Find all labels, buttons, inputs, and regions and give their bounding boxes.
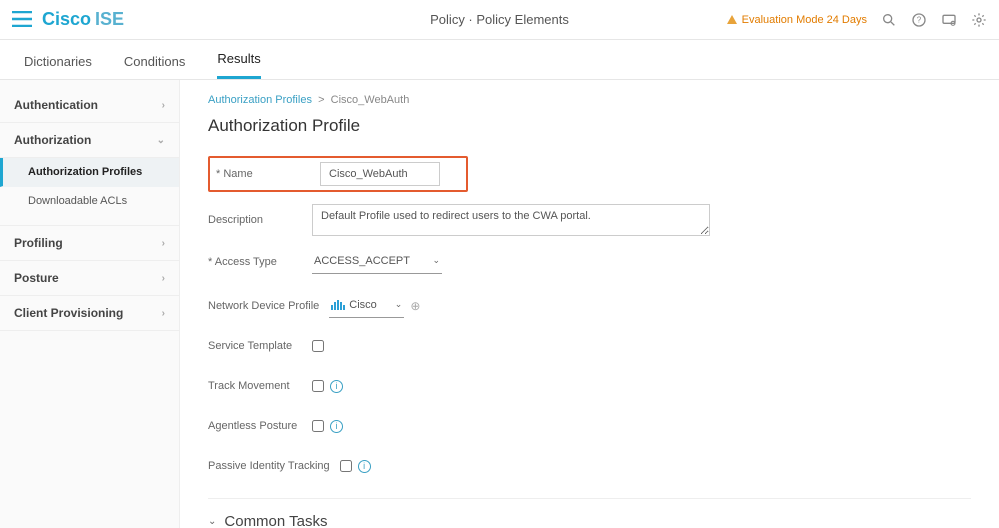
top-right-tools: Evaluation Mode 24 Days ? <box>726 12 987 28</box>
name-field[interactable] <box>320 162 440 186</box>
chevron-down-icon: ⌄ <box>395 299 403 310</box>
chevron-down-icon: ⌄ <box>208 516 216 527</box>
separator <box>208 498 971 499</box>
sidebar-authz-profiles[interactable]: Authorization Profiles <box>0 158 179 187</box>
search-icon[interactable] <box>881 12 897 28</box>
common-tasks-header[interactable]: ⌄ Common Tasks <box>208 513 971 528</box>
chevron-right-icon: › <box>162 273 165 284</box>
sidebar-posture[interactable]: Posture› <box>0 261 179 296</box>
service-template-checkbox[interactable] <box>312 340 324 352</box>
info-icon[interactable]: i <box>330 420 343 433</box>
sidebar-authorization[interactable]: Authorization⌄ <box>0 123 179 158</box>
brand: CiscoISE <box>42 9 124 30</box>
info-icon[interactable]: i <box>358 460 371 473</box>
content-breadcrumb: Authorization Profiles > Cisco_WebAuth <box>208 94 971 106</box>
add-ndp-button[interactable]: ⊕ <box>410 299 420 313</box>
ops-icon[interactable] <box>941 12 957 28</box>
sidebar: Authentication› Authorization⌄ Authoriza… <box>0 80 180 528</box>
label-ndp: Network Device Profile <box>208 300 319 312</box>
svg-text:?: ? <box>917 15 922 24</box>
row-agentless: Agentless Posture i <box>208 412 971 440</box>
label-track-movement: Track Movement <box>208 380 312 392</box>
sidebar-authentication[interactable]: Authentication› <box>0 88 179 123</box>
content-pane: Authorization Profiles > Cisco_WebAuth A… <box>180 80 999 528</box>
evaluation-badge[interactable]: Evaluation Mode 24 Days <box>726 14 867 26</box>
main-area: Authentication› Authorization⌄ Authoriza… <box>0 80 999 528</box>
label-access-type: Access Type <box>208 256 312 268</box>
passive-checkbox[interactable] <box>340 460 352 472</box>
hamburger-icon[interactable] <box>12 7 32 33</box>
help-icon[interactable]: ? <box>911 12 927 28</box>
chevron-right-icon: › <box>162 100 165 111</box>
chevron-down-icon: ⌄ <box>157 135 165 146</box>
row-track-movement: Track Movement i <box>208 372 971 400</box>
access-type-select[interactable]: ACCESS_ACCEPT⌄ <box>312 251 442 274</box>
ndp-select[interactable]: Cisco⌄ <box>329 295 404 318</box>
label-service-template: Service Template <box>208 340 312 352</box>
row-access-type: Access Type ACCESS_ACCEPT⌄ <box>208 248 971 276</box>
page-title: Authorization Profile <box>208 116 971 136</box>
label-passive: Passive Identity Tracking <box>208 460 330 472</box>
settings-icon[interactable] <box>971 12 987 28</box>
row-service-template: Service Template <box>208 332 971 360</box>
chevron-down-icon: ⌄ <box>432 255 440 266</box>
top-bar: CiscoISE Policy · Policy Elements Evalua… <box>0 0 999 40</box>
page-breadcrumb: Policy · Policy Elements <box>430 12 569 27</box>
row-passive: Passive Identity Tracking i <box>208 452 971 480</box>
tab-results[interactable]: Results <box>217 51 260 79</box>
chevron-right-icon: › <box>162 238 165 249</box>
label-agentless: Agentless Posture <box>208 420 312 432</box>
cisco-logo-icon <box>331 300 345 310</box>
crumb-parent-link[interactable]: Authorization Profiles <box>208 94 312 106</box>
agentless-checkbox[interactable] <box>312 420 324 432</box>
description-field[interactable]: Default Profile used to redirect users t… <box>312 204 710 236</box>
sidebar-profiling[interactable]: Profiling› <box>0 226 179 261</box>
row-name: Name <box>208 156 971 192</box>
sidebar-dacl[interactable]: Downloadable ACLs <box>0 187 179 216</box>
row-description: Description Default Profile used to redi… <box>208 204 971 236</box>
row-ndp: Network Device Profile Cisco⌄ ⊕ <box>208 292 971 320</box>
tab-dictionaries[interactable]: Dictionaries <box>24 54 92 79</box>
chevron-right-icon: › <box>162 308 165 319</box>
track-movement-checkbox[interactable] <box>312 380 324 392</box>
info-icon[interactable]: i <box>330 380 343 393</box>
label-description: Description <box>208 214 312 226</box>
tab-bar: Dictionaries Conditions Results <box>0 40 999 80</box>
tab-conditions[interactable]: Conditions <box>124 54 185 79</box>
crumb-current: Cisco_WebAuth <box>331 94 410 106</box>
label-name: Name <box>216 168 320 180</box>
sidebar-client-provisioning[interactable]: Client Provisioning› <box>0 296 179 331</box>
